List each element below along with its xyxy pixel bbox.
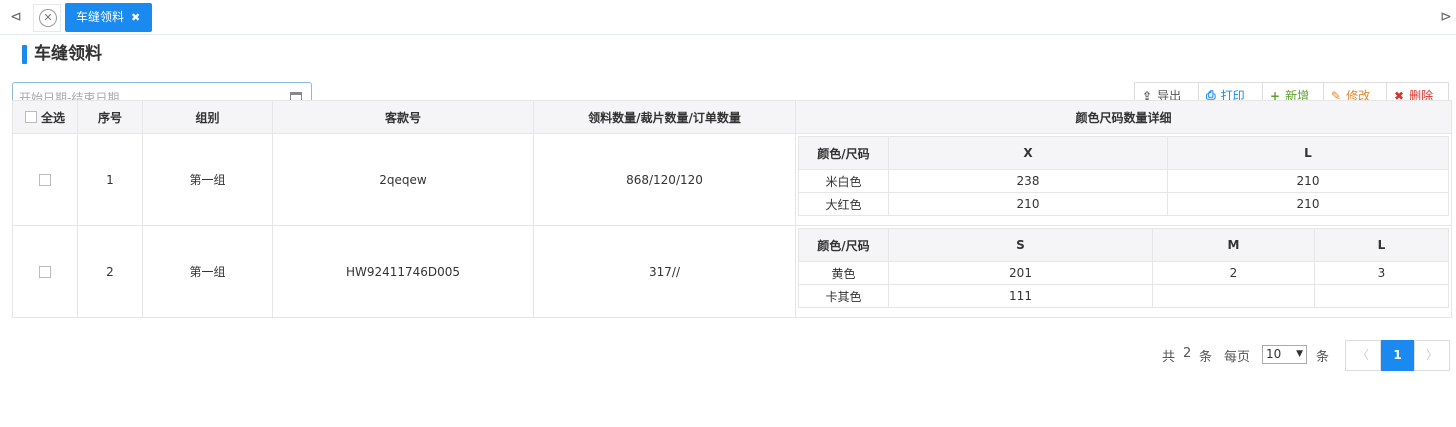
qty-cell: 210 (888, 192, 1168, 216)
tab-sewing-material[interactable]: 车缝领料 ✖ (65, 3, 152, 32)
color-size-detail-header: 颜色尺码数量详细 (795, 100, 1452, 134)
table-row[interactable]: 1 第一组 2qeqew 868/120/120 颜色/尺码 X L 米白色 2… (12, 133, 1452, 226)
seq-cell: 2 (77, 225, 143, 318)
select-all-label: 全选 (40, 110, 65, 125)
color-cell: 黄色 (798, 261, 889, 285)
subtable-row: 大红色 210 210 (798, 192, 1449, 216)
qty-cell: 210 (1167, 192, 1449, 216)
color-cell: 大红色 (798, 192, 889, 216)
qty-cell: 111 (888, 284, 1153, 308)
quantities-cell: 868/120/120 (533, 133, 796, 226)
qty-cell: 201 (888, 261, 1153, 285)
color-cell: 卡其色 (798, 284, 889, 308)
current-page-button[interactable]: 1 (1381, 340, 1414, 371)
style-no-cell: HW92411746D005 (272, 225, 534, 318)
subtable-row: 黄色 201 2 3 (798, 261, 1449, 285)
total-suffix: 条 (1199, 350, 1213, 365)
seq-cell: 1 (77, 133, 143, 226)
page-size-select[interactable]: 10 ▼ (1262, 345, 1307, 364)
row-checkbox[interactable] (39, 174, 51, 186)
detail-cell: 颜色/尺码 S M L 黄色 201 2 3 卡其色 111 (795, 225, 1452, 318)
tab-scroll-right-icon[interactable]: ⊳ (1436, 8, 1456, 26)
total-count: 2 (1183, 346, 1192, 361)
tab-close-icon[interactable]: ✖ (131, 3, 140, 32)
group-cell: 第一组 (142, 133, 273, 226)
sewing-material-table: 全选 序号 组别 客款号 领料数量/裁片数量/订单数量 颜色尺码数量详细 1 第… (12, 100, 1452, 318)
tab-label: 车缝领料 (76, 10, 125, 24)
total-prefix: 共 (1162, 350, 1176, 365)
close-circle-icon: ✕ (39, 9, 57, 27)
chevron-down-icon: ▼ (1296, 349, 1303, 359)
qty-cell: 238 (888, 169, 1168, 193)
subtable-row: 米白色 238 210 (798, 169, 1449, 193)
close-all-tabs-button[interactable]: ✕ (33, 4, 61, 32)
page-size-value: 10 (1266, 347, 1282, 361)
subtable-corner-header: 颜色/尺码 (798, 228, 889, 262)
color-cell: 米白色 (798, 169, 889, 193)
color-size-subtable: 颜色/尺码 S M L 黄色 201 2 3 卡其色 111 (798, 228, 1449, 308)
page-title: 车缝领料 (34, 44, 102, 64)
tab-bar: ⊲ ✕ 车缝领料 ✖ ⊳ (0, 0, 1456, 35)
next-page-button[interactable]: 〉 (1414, 340, 1450, 371)
select-all-checkbox[interactable] (24, 111, 37, 123)
group-header: 组别 (142, 100, 273, 134)
qty-cell (1152, 284, 1315, 308)
table-header-row: 全选 序号 组别 客款号 领料数量/裁片数量/订单数量 颜色尺码数量详细 (12, 100, 1452, 134)
per-page-label: 每页 (1224, 350, 1251, 365)
select-all-header[interactable]: 全选 (12, 100, 78, 134)
size-header: S (888, 228, 1153, 262)
prev-page-button[interactable]: 〈 (1345, 340, 1381, 371)
subtable-row: 卡其色 111 (798, 284, 1449, 308)
seq-header: 序号 (77, 100, 143, 134)
size-header: M (1152, 228, 1315, 262)
qty-cell: 210 (1167, 169, 1449, 193)
quantities-cell: 317// (533, 225, 796, 318)
detail-cell: 颜色/尺码 X L 米白色 238 210 大红色 210 210 (795, 133, 1452, 226)
color-size-subtable: 颜色/尺码 X L 米白色 238 210 大红色 210 210 (798, 136, 1449, 216)
title-accent-bar (22, 45, 27, 64)
table-row[interactable]: 2 第一组 HW92411746D005 317// 颜色/尺码 S M L 黄… (12, 225, 1452, 318)
size-header: L (1167, 136, 1449, 170)
row-select-cell[interactable] (12, 133, 78, 226)
style-no-header: 客款号 (272, 100, 534, 134)
row-select-cell[interactable] (12, 225, 78, 318)
style-no-cell: 2qeqew (272, 133, 534, 226)
subtable-corner-header: 颜色/尺码 (798, 136, 889, 170)
page-size-suffix: 条 (1316, 350, 1330, 365)
size-header: X (888, 136, 1168, 170)
qty-cell: 2 (1152, 261, 1315, 285)
quantities-header: 领料数量/裁片数量/订单数量 (533, 100, 796, 134)
qty-cell: 3 (1314, 261, 1449, 285)
size-header: L (1314, 228, 1449, 262)
qty-cell (1314, 284, 1449, 308)
row-checkbox[interactable] (39, 266, 51, 278)
tab-scroll-left-icon[interactable]: ⊲ (6, 8, 26, 26)
group-cell: 第一组 (142, 225, 273, 318)
